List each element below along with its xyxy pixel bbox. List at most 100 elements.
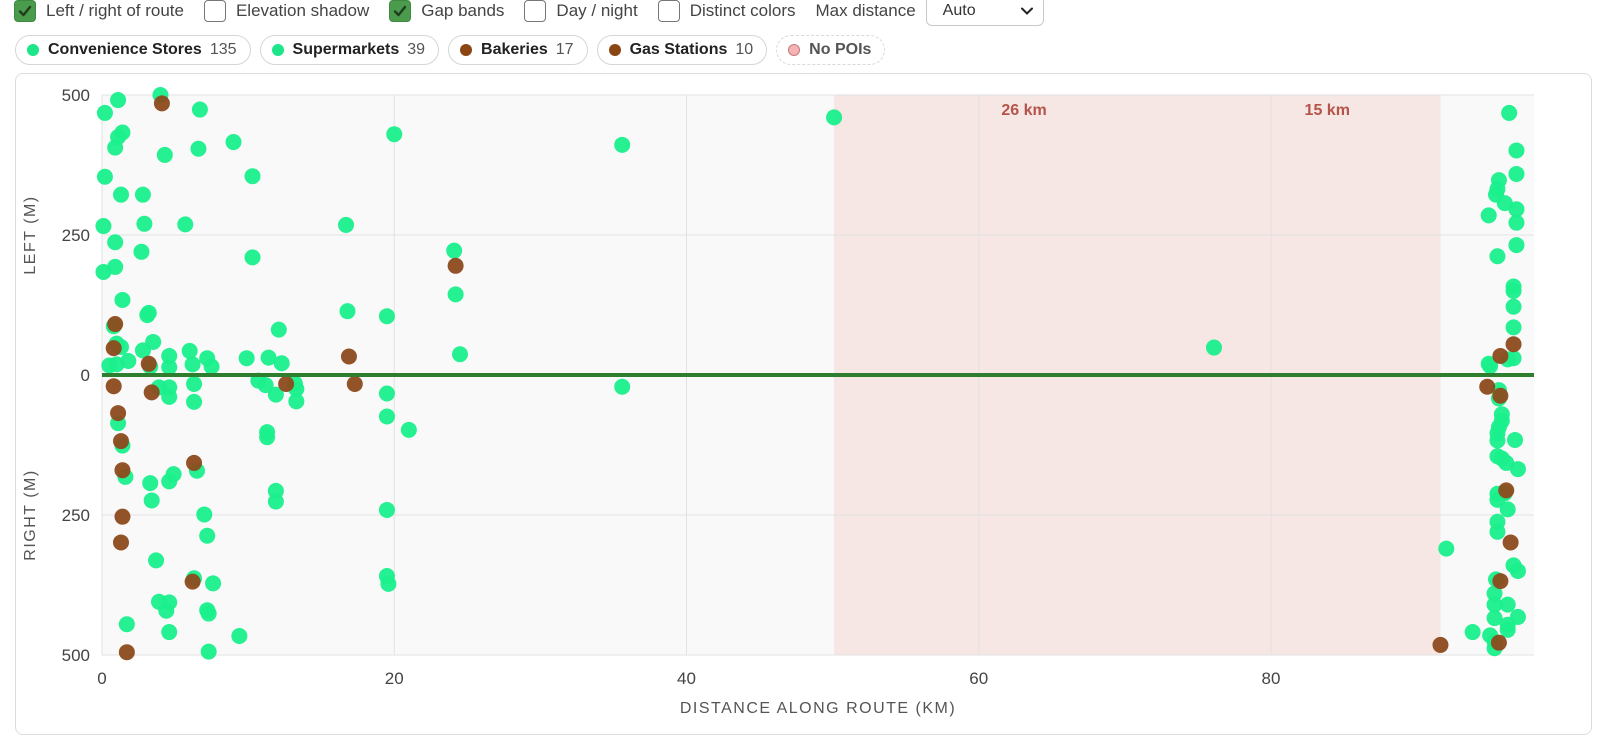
poi-point	[177, 216, 194, 233]
day-night-checkbox[interactable]: Day / night	[524, 0, 638, 22]
x-tick-label: 60	[969, 669, 988, 688]
poi-point	[110, 405, 127, 422]
poi-point	[114, 291, 131, 308]
chip-label: Gas Stations	[629, 41, 728, 58]
poi-point	[184, 573, 201, 590]
poi-point	[153, 95, 170, 112]
gap-band-label: 26 km	[1001, 102, 1046, 119]
poi-point	[1492, 573, 1509, 590]
poi-point	[1499, 596, 1516, 613]
poi-point	[1499, 501, 1516, 518]
poi-point	[181, 342, 198, 359]
chip-no-pois[interactable]: No POIs	[776, 35, 886, 65]
chip-bakeries[interactable]: Bakeries 17	[448, 35, 588, 65]
poi-point	[378, 501, 395, 518]
brown-dot-icon	[460, 44, 473, 56]
green-dot-icon	[271, 44, 284, 56]
chip-convenience-stores[interactable]: Convenience Stores 135	[15, 35, 251, 65]
checkbox-label: Left / right of route	[46, 1, 184, 20]
checkmark-icon	[394, 5, 407, 17]
chip-label: Convenience Stores	[48, 41, 202, 58]
poi-point	[614, 378, 631, 395]
chip-count: 39	[407, 41, 426, 58]
poi-point	[191, 101, 208, 118]
poi-point	[105, 340, 122, 357]
poi-point	[386, 126, 403, 143]
checkbox-box[interactable]	[14, 0, 36, 22]
poi-point	[378, 385, 395, 402]
poi-point	[1507, 431, 1524, 448]
poi-point	[1438, 540, 1455, 557]
chip-count: 17	[555, 41, 574, 58]
green-dot-icon	[27, 44, 39, 56]
poi-point	[161, 359, 178, 376]
poi-point	[1502, 534, 1519, 551]
max-distance-control: Max distance Auto	[816, 0, 1044, 26]
poi-point	[112, 186, 129, 203]
max-distance-select[interactable]: Auto	[925, 0, 1044, 26]
distinct-colors-checkbox[interactable]: Distinct colors	[657, 0, 796, 22]
gap-bands-checkbox[interactable]: Gap bands	[389, 0, 504, 22]
poi-point	[346, 375, 363, 392]
poi-point	[1505, 283, 1522, 299]
poi-point	[186, 393, 203, 410]
poi-point	[278, 375, 295, 392]
poi-point	[400, 421, 417, 438]
checkbox-label: Gap bands	[421, 1, 505, 20]
checkbox-box[interactable]	[524, 0, 547, 22]
chip-label: No POIs	[809, 41, 872, 58]
poi-point	[199, 527, 216, 544]
poi-scatter-chart[interactable]: 26 km 15 km 500 250 0 250 500 0 20 40 60 80 DISTANCE…	[16, 74, 1591, 734]
poi-point	[1498, 482, 1515, 499]
poi-point	[143, 384, 160, 401]
poi-point	[378, 408, 395, 425]
poi-point	[267, 493, 284, 510]
poi-point	[1464, 624, 1481, 641]
poi-point	[244, 168, 261, 185]
poi-point	[1489, 432, 1506, 449]
poi-point	[95, 263, 112, 280]
chip-supermarkets[interactable]: Supermarkets 39	[259, 35, 440, 65]
poi-point	[107, 316, 124, 333]
poi-point	[1508, 214, 1525, 231]
poi-point	[1501, 104, 1518, 121]
x-tick-label: 20	[385, 669, 404, 688]
left-right-of-route-checkbox[interactable]: Left / right of route	[14, 0, 184, 22]
poi-point	[1508, 142, 1525, 159]
poi-point	[270, 321, 287, 338]
y-tick-label: 250	[62, 226, 90, 245]
poi-point	[95, 218, 112, 235]
gap-band-label: 15 km	[1305, 102, 1350, 119]
poi-point	[112, 534, 129, 551]
poi-point	[1492, 387, 1509, 404]
poi-point	[203, 358, 220, 375]
poi-point	[143, 492, 160, 509]
poi-point	[1508, 237, 1525, 254]
toolbar: Left / right of route Elevation shadow G…	[0, 0, 1050, 28]
poi-point	[1505, 336, 1522, 353]
chip-count: 10	[735, 41, 754, 58]
poi-point	[200, 605, 217, 622]
poi-point	[378, 308, 395, 325]
poi-point	[826, 109, 843, 126]
checkbox-box[interactable]	[203, 0, 226, 22]
poi-point	[380, 575, 397, 592]
poi-point	[1489, 523, 1506, 540]
y-axis-label-left: LEFT (M)	[22, 195, 39, 274]
checkbox-box[interactable]	[657, 0, 680, 22]
elevation-shadow-checkbox[interactable]: Elevation shadow	[203, 0, 369, 22]
poi-point	[200, 643, 217, 660]
poi-point	[139, 307, 156, 324]
chip-label: Bakeries	[481, 41, 548, 58]
poi-point	[148, 552, 165, 569]
poi-point	[134, 186, 151, 203]
checkbox-box[interactable]	[389, 0, 412, 22]
chip-label: Supermarkets	[292, 41, 400, 58]
poi-point	[118, 616, 135, 633]
chip-gas-stations[interactable]: Gas Stations 10	[596, 35, 768, 65]
poi-point	[447, 286, 464, 303]
poi-point	[1509, 563, 1526, 579]
y-tick-label: 0	[81, 366, 90, 385]
poi-point	[259, 429, 276, 446]
chip-count: 135	[209, 41, 237, 58]
